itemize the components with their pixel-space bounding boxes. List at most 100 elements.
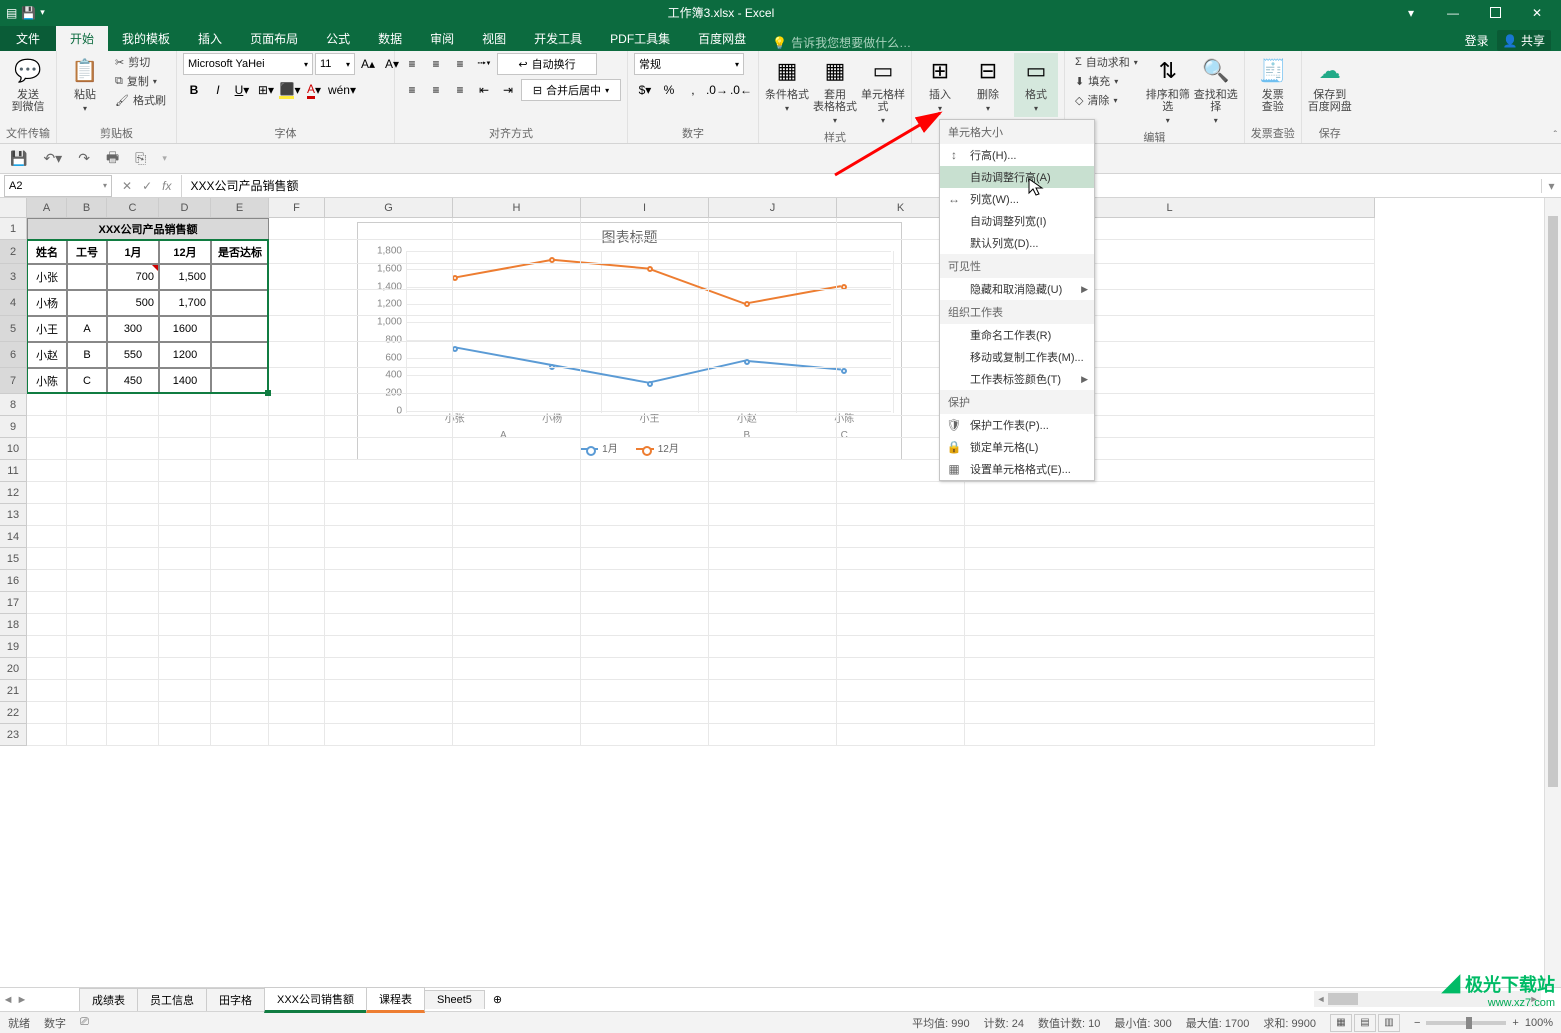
- decrease-indent-icon[interactable]: ⇤: [473, 79, 495, 101]
- align-bottom-icon[interactable]: ≡: [449, 53, 471, 75]
- underline-button[interactable]: U▾: [231, 79, 253, 101]
- tab-pdf[interactable]: PDF工具集: [596, 26, 684, 51]
- tab-data[interactable]: 数据: [364, 26, 416, 51]
- format-as-table-button[interactable]: ▦套用 表格格式▾: [813, 53, 857, 129]
- bold-button[interactable]: B: [183, 79, 205, 101]
- decrease-decimal-icon[interactable]: .0←: [730, 79, 752, 101]
- font-size-select[interactable]: 11▾: [315, 53, 355, 75]
- col-header-E[interactable]: E: [211, 198, 269, 218]
- tab-home[interactable]: 开始: [56, 26, 108, 51]
- col-header-C[interactable]: C: [107, 198, 159, 218]
- menu-tab-color[interactable]: 工作表标签颜色(T)▶: [940, 368, 1094, 390]
- menu-format-cells[interactable]: ▦设置单元格格式(E)...: [940, 458, 1094, 480]
- cell-D3[interactable]: 1,500: [159, 264, 211, 290]
- cell-D7[interactable]: 1400: [159, 368, 211, 394]
- row-header-20[interactable]: 20: [0, 658, 27, 680]
- insert-cells-button[interactable]: ⊞插入▾: [918, 53, 962, 117]
- close-button[interactable]: ✕: [1517, 0, 1557, 25]
- cell-C3[interactable]: 700: [107, 264, 159, 290]
- ribbon-display-options-icon[interactable]: ▾: [1391, 0, 1431, 25]
- row-header-8[interactable]: 8: [0, 394, 27, 416]
- cell-A5[interactable]: 小王: [27, 316, 67, 342]
- expand-formula-bar-icon[interactable]: ▾: [1541, 179, 1561, 193]
- cell-A2[interactable]: 姓名: [27, 240, 67, 264]
- cell-B7[interactable]: C: [67, 368, 107, 394]
- find-select-button[interactable]: 🔍查找和选择▾: [1194, 53, 1238, 129]
- cell-A4[interactable]: 小杨: [27, 290, 67, 316]
- menu-hide-unhide[interactable]: 隐藏和取消隐藏(U)▶: [940, 278, 1094, 300]
- currency-icon[interactable]: $▾: [634, 79, 656, 101]
- col-header-B[interactable]: B: [67, 198, 107, 218]
- cancel-formula-icon[interactable]: ✕: [122, 179, 132, 193]
- cell-C5[interactable]: 300: [107, 316, 159, 342]
- row-header-12[interactable]: 12: [0, 482, 27, 504]
- cell-E7[interactable]: [211, 368, 269, 394]
- row-header-18[interactable]: 18: [0, 614, 27, 636]
- comma-icon[interactable]: ,: [682, 79, 704, 101]
- col-header-J[interactable]: J: [709, 198, 837, 218]
- qat-save-icon[interactable]: 💾: [10, 150, 27, 167]
- save-to-baidu-button[interactable]: ☁保存到 百度网盘: [1308, 53, 1352, 115]
- autosum-button[interactable]: Σ自动求和▾: [1071, 53, 1142, 71]
- menu-lock-cells[interactable]: 🔒锁定单元格(L): [940, 436, 1094, 458]
- vertical-scrollbar[interactable]: [1544, 198, 1561, 987]
- merge-center-button[interactable]: ⊟合并后居中▾: [521, 79, 621, 101]
- cell-styles-button[interactable]: ▭单元格样式▾: [861, 53, 905, 129]
- row-header-7[interactable]: 7: [0, 368, 27, 394]
- col-header-F[interactable]: F: [269, 198, 325, 218]
- sheet-nav-buttons[interactable]: ◄ ►: [0, 994, 30, 1006]
- col-header-H[interactable]: H: [453, 198, 581, 218]
- cell-D4[interactable]: 1,700: [159, 290, 211, 316]
- cell-C7[interactable]: 450: [107, 368, 159, 394]
- menu-move-copy-sheet[interactable]: 移动或复制工作表(M)...: [940, 346, 1094, 368]
- sheet-tab-6[interactable]: Sheet5: [424, 990, 485, 1009]
- minimize-button[interactable]: —: [1433, 0, 1473, 25]
- cell-C4[interactable]: 500: [107, 290, 159, 316]
- tab-baidu[interactable]: 百度网盘: [684, 26, 760, 51]
- fx-icon[interactable]: fx: [162, 179, 171, 193]
- row-header-5[interactable]: 5: [0, 316, 27, 342]
- menu-column-width[interactable]: ↔列宽(W)...: [940, 188, 1094, 210]
- page-break-view-icon[interactable]: ▥: [1378, 1014, 1400, 1032]
- collapse-ribbon-icon[interactable]: ˆ: [1554, 130, 1557, 141]
- share-button[interactable]: 👤 共享: [1497, 30, 1551, 51]
- tell-me[interactable]: 💡告诉我您想要做什么…: [760, 34, 1454, 51]
- tab-developer[interactable]: 开发工具: [520, 26, 596, 51]
- zoom-level[interactable]: 100%: [1525, 1017, 1553, 1029]
- row-header-23[interactable]: 23: [0, 724, 27, 746]
- menu-rename-sheet[interactable]: 重命名工作表(R): [940, 324, 1094, 346]
- cell-B2[interactable]: 工号: [67, 240, 107, 264]
- sheet-tab-1[interactable]: 成绩表: [79, 988, 138, 1011]
- cell-A3[interactable]: 小张: [27, 264, 67, 290]
- tab-formulas[interactable]: 公式: [312, 26, 364, 51]
- qat-other-icon[interactable]: ⎘: [135, 150, 146, 167]
- cell-E3[interactable]: [211, 264, 269, 290]
- format-cells-button[interactable]: ▭格式▾: [1014, 53, 1058, 117]
- row-header-11[interactable]: 11: [0, 460, 27, 482]
- cell-D2[interactable]: 12月: [159, 240, 211, 264]
- cell-E2[interactable]: 是否达标: [211, 240, 269, 264]
- save-icon[interactable]: 💾: [21, 6, 36, 20]
- increase-indent-icon[interactable]: ⇥: [497, 79, 519, 101]
- qat-redo-icon[interactable]: ↷: [78, 150, 90, 167]
- tab-layout[interactable]: 页面布局: [236, 26, 312, 51]
- cell-C6[interactable]: 550: [107, 342, 159, 368]
- name-box[interactable]: A2▾: [4, 175, 112, 197]
- menu-protect-sheet[interactable]: 🛡保护工作表(P)...: [940, 414, 1094, 436]
- select-all-corner[interactable]: [0, 198, 27, 218]
- italic-button[interactable]: I: [207, 79, 229, 101]
- fill-color-button[interactable]: ⬛▾: [279, 79, 301, 101]
- col-header-G[interactable]: G: [325, 198, 453, 218]
- horizontal-scrollbar[interactable]: ◄►: [1314, 991, 1541, 1007]
- align-middle-icon[interactable]: ≡: [425, 53, 447, 75]
- qat-undo-icon[interactable]: ↶▾: [43, 150, 62, 167]
- row-header-10[interactable]: 10: [0, 438, 27, 460]
- row-header-2[interactable]: 2: [0, 240, 27, 264]
- align-right-icon[interactable]: ≡: [449, 79, 471, 101]
- cut-button[interactable]: ✂剪切: [111, 53, 170, 71]
- delete-cells-button[interactable]: ⊟删除▾: [966, 53, 1010, 117]
- align-center-icon[interactable]: ≡: [425, 79, 447, 101]
- new-sheet-button[interactable]: ⊕: [485, 993, 510, 1006]
- row-header-21[interactable]: 21: [0, 680, 27, 702]
- sheet-tab-5[interactable]: 课程表: [366, 987, 425, 1013]
